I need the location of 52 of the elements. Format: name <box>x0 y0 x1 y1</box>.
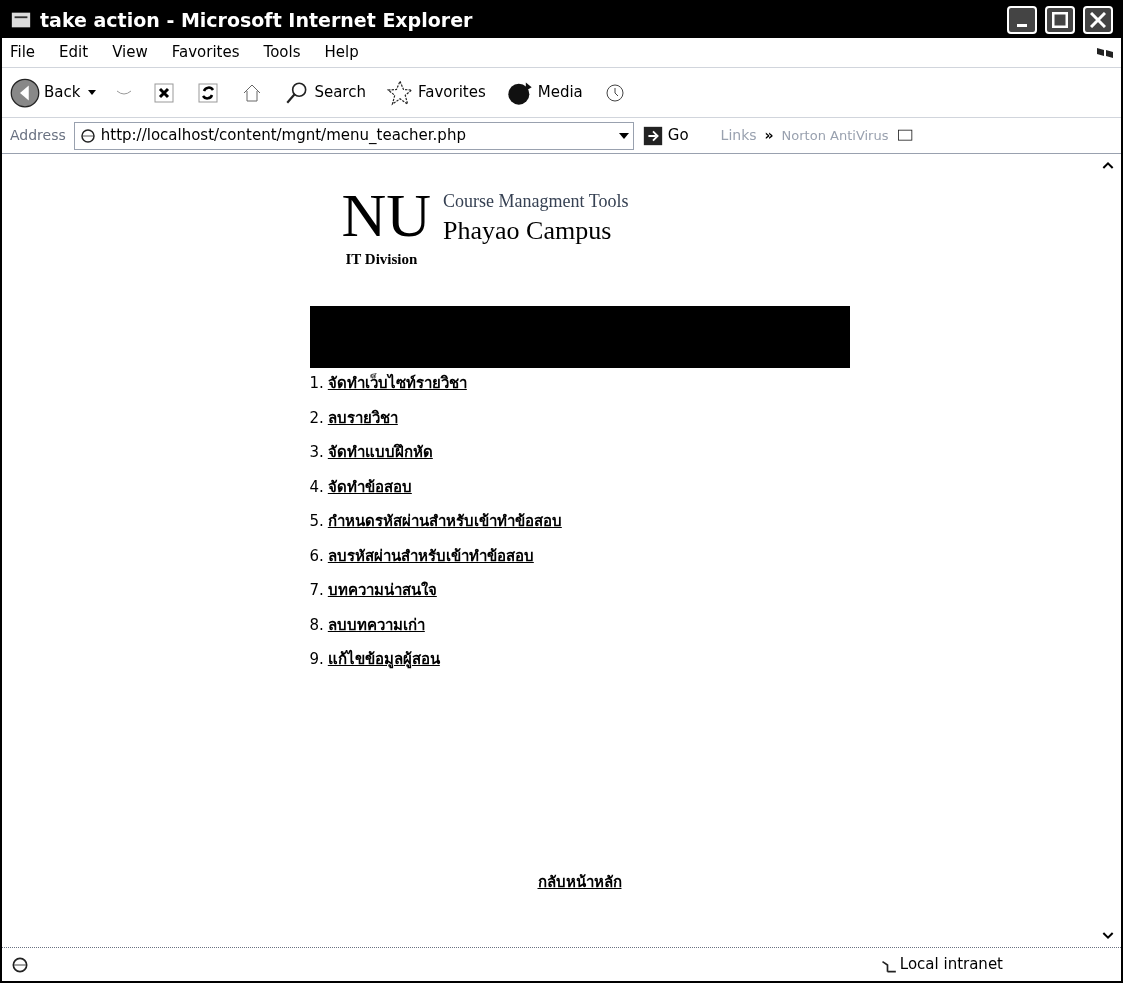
menu-link[interactable]: บทความน่าสนใจ <box>327 579 437 602</box>
menu-link[interactable]: จัดทำแบบฝึกหัด <box>327 441 433 464</box>
campus-name: Phayao Campus <box>443 215 613 247</box>
go-button[interactable]: Go <box>641 124 689 147</box>
menu-item[interactable]: File <box>10 41 36 64</box>
menu-link[interactable]: จัดทำเว็บไซท์รายวิชา <box>327 372 467 395</box>
page-icon <box>78 126 97 145</box>
toolbar-button[interactable]: Favorites <box>385 78 486 107</box>
windows-flag-icon <box>1097 47 1113 58</box>
address-label: Address <box>10 126 66 145</box>
refresh-icon <box>196 80 221 105</box>
menu-link[interactable]: จัดทำข้อสอบ <box>327 475 412 498</box>
menu-item[interactable]: Edit <box>59 41 89 64</box>
division-label: IT Division <box>345 249 419 269</box>
item-number: 3. <box>309 442 324 463</box>
minimize-icon <box>1017 23 1027 27</box>
close-button[interactable] <box>1083 6 1113 34</box>
menu-link[interactable]: ลบรายวิชา <box>327 406 398 429</box>
item-number: 8. <box>309 614 324 636</box>
window-title: take action - Microsoft Internet Explorer <box>40 7 474 33</box>
zone-label: Local intranet <box>899 954 1003 976</box>
item-number: 5. <box>309 511 324 532</box>
maximize-button[interactable] <box>1045 6 1075 34</box>
menu-link[interactable]: ลบบทความเก่า <box>327 613 425 636</box>
toolbar-button[interactable]: Media <box>505 78 583 107</box>
toolbar-button[interactable]: Search <box>284 79 366 106</box>
menu-item[interactable]: View <box>112 41 148 64</box>
dropdown-caret-icon <box>618 132 629 139</box>
item-number: 1. <box>309 373 324 394</box>
item-number: 6. <box>309 545 324 567</box>
item-number: 7. <box>309 580 324 601</box>
menu-item[interactable]: Help <box>324 41 359 64</box>
toolbar-button[interactable]: Back <box>10 77 97 108</box>
menu-link[interactable]: แก้ไขข้อมูลผู้สอน <box>327 648 440 671</box>
subtitle: Course Managment Tools <box>443 190 629 213</box>
minimize-button[interactable] <box>1007 6 1037 34</box>
close-icon <box>1090 12 1106 28</box>
item-number: 9. <box>309 649 324 670</box>
dropdown-caret-icon <box>88 90 97 95</box>
stop-icon <box>152 80 177 105</box>
back-link[interactable]: กลับหน้าหลัก <box>537 870 622 893</box>
chevron[interactable]: » <box>764 125 774 146</box>
menu-item[interactable]: Tools <box>263 41 301 64</box>
menu-link[interactable]: ลบรหัสผ่านสำหรับเข้าทำข้อสอบ <box>327 544 534 567</box>
menu-link[interactable]: กำหนดรหัสผ่านสำหรับเข้าทำข้อสอบ <box>327 510 562 533</box>
address-field[interactable]: http://localhost/content/mgnt/menu_teacher.php <box>73 121 634 150</box>
maximize-icon <box>1052 12 1068 28</box>
item-number: 4. <box>309 476 324 498</box>
item-number: 2. <box>309 407 324 429</box>
menu-item[interactable]: Favorites <box>171 41 240 64</box>
logo-text: NU <box>341 184 432 246</box>
star-icon <box>385 78 414 107</box>
